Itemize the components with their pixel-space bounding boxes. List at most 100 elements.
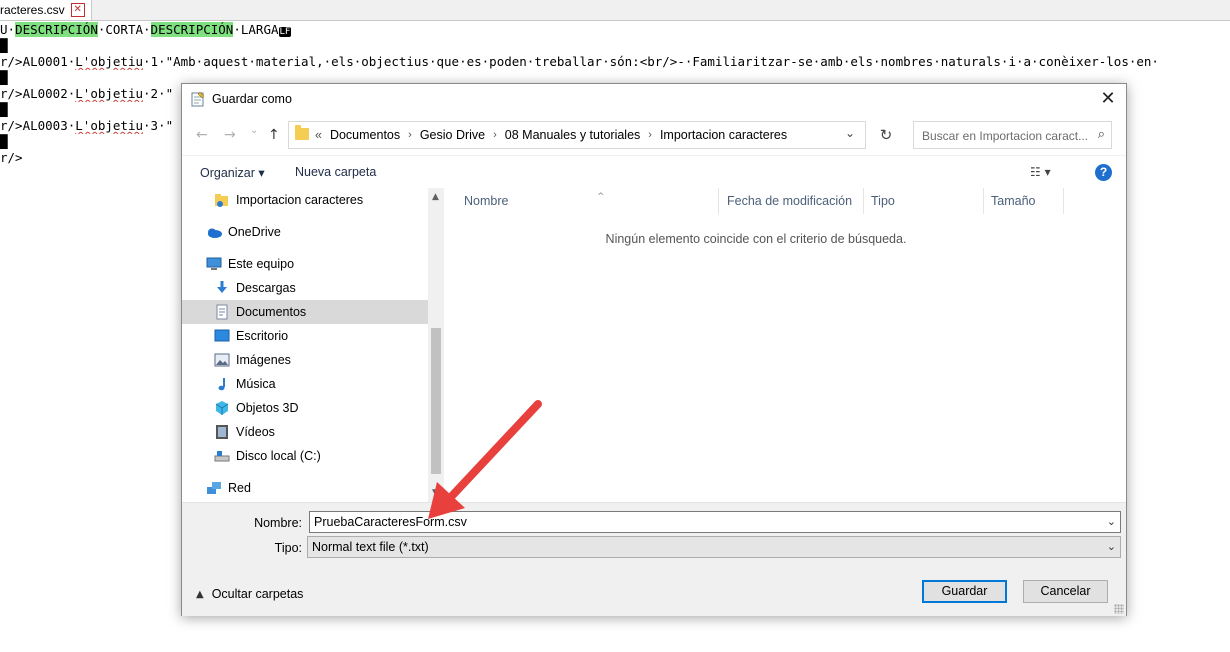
breadcrumb-item[interactable]: 08 Manuales y tutoriales — [505, 128, 641, 142]
scrollbar-thumb[interactable] — [431, 328, 441, 474]
folder-icon — [295, 125, 309, 140]
editor-tab[interactable]: racteres.csv ✕ — [0, 0, 92, 20]
nav-item-label: Escritorio — [236, 329, 289, 343]
nav-item-m-sica[interactable]: Música — [182, 372, 428, 396]
scroll-down-icon[interactable]: ▼ — [432, 488, 439, 498]
new-folder-button[interactable]: Nueva carpeta — [295, 165, 376, 179]
line-feed-marker: LF — [278, 27, 292, 37]
filetype-chevron-icon[interactable]: ⌄ — [1107, 537, 1116, 557]
synced-folder-icon — [214, 192, 230, 208]
nav-item-label: Importacion caracteres — [236, 193, 364, 207]
nav-item-label: Documentos — [236, 305, 307, 319]
up-arrow-icon[interactable]: ↑ — [268, 127, 280, 143]
column-header-name[interactable]: Nombre ^ — [457, 188, 719, 214]
close-icon[interactable]: ✕ — [1098, 89, 1118, 109]
scroll-up-icon[interactable]: ▲ — [432, 192, 439, 202]
filetype-label: Tipo: — [274, 541, 302, 555]
resize-grip-icon[interactable] — [1114, 604, 1124, 614]
nav-item-objetos-3d[interactable]: Objetos 3D — [182, 396, 428, 420]
column-header-size[interactable]: Tamaño — [984, 188, 1064, 214]
breadcrumb-separator-icon[interactable]: › — [493, 129, 497, 141]
nav-item-descargas[interactable]: Descargas — [182, 276, 428, 300]
nav-item-documentos[interactable]: Documentos — [182, 300, 428, 324]
editor-text-run: r/>AL0002· — [0, 86, 76, 101]
desktop-icon — [214, 328, 230, 344]
filename-value: PruebaCaracteresForm.csv — [314, 515, 467, 529]
recent-locations-chevron-icon[interactable]: ⌄ — [250, 125, 258, 136]
navigation-pane-scrollbar[interactable]: ▲ ▼ — [428, 188, 444, 502]
nav-item-label: Este equipo — [228, 257, 295, 271]
save-options-panel: Nombre: PruebaCaracteresForm.csv ⌄ Tipo:… — [182, 502, 1126, 616]
column-header-type[interactable]: Tipo — [864, 188, 984, 214]
nav-item-label: Música — [236, 377, 276, 391]
editor-line: r/>AL0001·L'objetiu·1·"Amb·aquest·materi… — [0, 54, 1159, 70]
search-icon[interactable]: ⌕ — [1098, 127, 1105, 142]
breadcrumb-item[interactable]: Gesio Drive — [420, 128, 485, 142]
search-box[interactable]: Buscar en Importacion caract... ⌕ — [913, 121, 1112, 149]
nav-item-im-genes[interactable]: Imágenes — [182, 348, 428, 372]
downloads-icon — [214, 280, 230, 296]
breadcrumb-item[interactable]: Documentos — [330, 128, 400, 142]
navigation-pane: Importacion caracteres OneDrive Este equip… — [182, 188, 429, 502]
editor-text-run: █ — [0, 38, 8, 53]
filetype-select[interactable]: Normal text file (*.txt) ⌄ — [307, 536, 1121, 558]
nav-item-label: Red — [228, 481, 251, 495]
column-header-date[interactable]: Fecha de modificación — [720, 188, 864, 214]
breadcrumb: « Documentos › Gesio Drive › 08 Manuales y tu… — [315, 128, 787, 142]
editor-line: U·DESCRIPCIÓN·CORTA·DESCRIPCIÓN·LARGALF — [0, 22, 1159, 38]
nav-item-red[interactable]: Red — [182, 476, 428, 500]
save-button[interactable]: Guardar — [922, 580, 1007, 603]
editor-text-run: r/> — [0, 150, 23, 165]
chevron-up-icon: ▲ — [196, 588, 204, 600]
nav-item-importacion-caracteres[interactable]: Importacion caracteres — [182, 188, 428, 212]
editor-text-run: U· — [0, 22, 16, 37]
nav-item-label: Descargas — [236, 281, 296, 295]
breadcrumb-separator-icon[interactable]: › — [648, 129, 652, 141]
organize-button[interactable]: Organizar ▾ — [200, 165, 265, 180]
tab-close-icon[interactable]: ✕ — [70, 3, 85, 17]
dialog-toolbar: Organizar ▾ Nueva carpeta ☷ ▾ ? — [182, 155, 1126, 189]
column-header-name-label: Nombre — [464, 194, 509, 208]
highlighted-word: DESCRIPCIÓN — [15, 22, 98, 37]
column-header-type-label: Tipo — [871, 194, 895, 208]
refresh-icon[interactable]: ↻ — [872, 121, 900, 149]
file-list: Nombre ^ Fecha de modificación Tipo Tama… — [444, 188, 1126, 502]
address-bar[interactable]: « Documentos › Gesio Drive › 08 Manuales y tu… — [288, 121, 866, 149]
sort-ascending-icon: ^ — [597, 192, 605, 202]
dialog-titlebar: Guardar como ✕ — [182, 84, 1126, 115]
editor-text-run: ·3·" — [143, 118, 174, 133]
dialog-title: Guardar como — [212, 92, 292, 106]
nav-item-este-equipo[interactable]: Este equipo — [182, 252, 428, 276]
nav-item-onedrive[interactable]: OneDrive — [182, 220, 428, 244]
cancel-button[interactable]: Cancelar — [1023, 580, 1108, 603]
editor-text-run: r/>AL0001· — [0, 54, 76, 69]
back-arrow-icon[interactable]: ← — [196, 127, 208, 143]
breadcrumb-separator-icon[interactable]: › — [408, 129, 412, 141]
nav-item-disco-local-c-[interactable]: Disco local (C:) — [182, 444, 428, 468]
filename-history-chevron-icon[interactable]: ⌄ — [1107, 512, 1116, 532]
save-as-dialog: Guardar como ✕ ← → ⌄ ↑ « Documentos › Gesio… — [181, 83, 1127, 616]
help-icon[interactable]: ? — [1095, 164, 1112, 181]
editor-text-run: ·2·" — [143, 86, 174, 101]
filename-input[interactable]: PruebaCaracteresForm.csv ⌄ — [309, 511, 1121, 533]
filename-label: Nombre: — [254, 516, 302, 530]
notepad-app-icon — [191, 91, 205, 107]
nav-item-label: Objetos 3D — [236, 401, 299, 415]
hide-folders-toggle[interactable]: ▲ Ocultar carpetas — [196, 587, 303, 601]
editor-text-run: ·1·"Amb·aquest·material,·els·objectius·q… — [143, 54, 1159, 69]
forward-arrow-icon[interactable]: → — [224, 127, 236, 143]
address-dropdown-chevron-icon[interactable]: ⌄ — [845, 126, 855, 140]
hide-folders-label: Ocultar carpetas — [211, 587, 304, 601]
documents-icon — [214, 304, 230, 320]
editor-text-run: ·LARGA — [233, 22, 279, 37]
nav-item-escritorio[interactable]: Escritorio — [182, 324, 428, 348]
breadcrumb-overflow[interactable]: « — [315, 128, 322, 142]
music-icon — [214, 376, 230, 392]
nav-item-v-deos[interactable]: Vídeos — [182, 420, 428, 444]
filetype-value: Normal text file (*.txt) — [312, 540, 429, 554]
breadcrumb-item[interactable]: Importacion caracteres — [660, 128, 787, 142]
editor-text-run: ·CORTA· — [97, 22, 151, 37]
view-options-icon[interactable]: ☷ ▾ — [1030, 165, 1051, 179]
onedrive-cloud-icon — [206, 224, 222, 240]
navigation-bar: ← → ⌄ ↑ « Documentos › Gesio Drive › 08 Manua… — [182, 115, 1126, 155]
